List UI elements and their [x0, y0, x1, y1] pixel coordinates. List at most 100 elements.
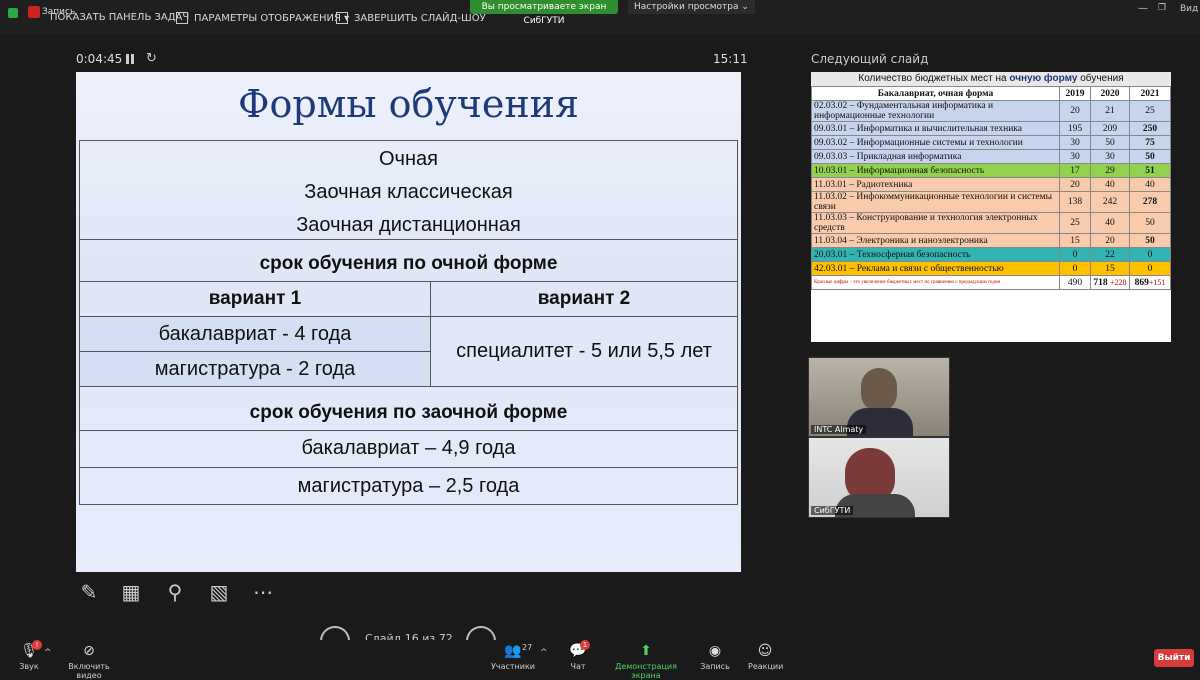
- year-header: 2020: [1090, 86, 1130, 101]
- security-shield-icon[interactable]: [8, 8, 18, 18]
- increase-2021: +151: [1148, 277, 1166, 287]
- participants-label: Участники: [490, 662, 536, 671]
- table-row: 11.03.03 – Конструирование и технология …: [811, 212, 1171, 234]
- audio-label: Звук: [19, 662, 39, 671]
- year-header: 2019: [1059, 86, 1091, 101]
- minimize-icon[interactable]: —: [1138, 3, 1148, 14]
- display-settings-label: ПАРАМЕТРЫ ОТОБРАЖЕНИЯ ▾: [194, 12, 350, 24]
- table-row: 20.03.01 – Техносферная безопасность 0 22 0: [811, 247, 1171, 262]
- table-row: 11.03.04 – Электроника и наноэлектроника…: [811, 233, 1171, 248]
- seats-value: 278: [1129, 191, 1171, 213]
- next-slide-preview: Количество бюджетных мест на очную форму…: [811, 72, 1171, 342]
- audio-options-chevron-icon[interactable]: ^: [44, 648, 52, 658]
- fulltime-header: срок обучения по очной форме: [79, 239, 738, 282]
- reactions-button[interactable]: ☺ Реакции: [748, 643, 783, 671]
- participant-name: СибГУТИ: [811, 506, 854, 515]
- clock: 15:11: [713, 52, 748, 66]
- seats-value: 50: [1129, 212, 1171, 234]
- next-slide-caption: Количество бюджетных мест на очную форму…: [811, 72, 1171, 86]
- program-name: 11.03.04 – Электроника и наноэлектроника: [811, 233, 1060, 248]
- video-button[interactable]: ⊘ Включить видео: [58, 643, 120, 680]
- parttime-header: срок обучения по заочной форме: [79, 386, 738, 431]
- slideshow-timer: 0:04:45: [76, 52, 123, 66]
- seats-value: 50: [1129, 233, 1171, 248]
- total-2021: 869: [1134, 277, 1149, 288]
- seats-value: 51: [1129, 163, 1171, 178]
- view-button[interactable]: Вид: [1180, 4, 1198, 14]
- table-row: 09.03.02 – Информационные системы и техн…: [811, 135, 1171, 150]
- seats-value: 209: [1090, 121, 1130, 136]
- chat-label: Чат: [570, 662, 586, 671]
- chat-button[interactable]: 💬 Чат 1: [566, 640, 590, 671]
- next-slide-label: Следующий слайд: [811, 52, 929, 66]
- leave-button[interactable]: Выйти: [1154, 649, 1194, 667]
- seats-value: 50: [1129, 149, 1171, 164]
- variant1-header: вариант 1: [79, 281, 431, 317]
- taskbar-label: ПОКАЗАТЬ ПАНЕЛЬ ЗАДАЧ: [50, 12, 190, 23]
- table-row: 02.03.02 – Фундаментальная информатика и…: [811, 100, 1171, 122]
- caption-bold: очную форму: [1009, 73, 1078, 84]
- share-screen-icon: ⬆: [640, 643, 652, 659]
- pause-icon[interactable]: [126, 54, 134, 64]
- audio-button[interactable]: 🎙 Звук!: [14, 640, 44, 671]
- end-show-icon: [336, 12, 348, 24]
- table-header-row: Бакалавриат, очная форма 2019 2020 2021: [811, 86, 1171, 101]
- record-label: Запись: [700, 662, 730, 671]
- totals-row: Красные цифры – это увеличение бюджетных…: [811, 275, 1171, 290]
- meeting-controls: [0, 640, 1200, 675]
- variant2-header: вариант 2: [430, 281, 738, 317]
- participants-chevron-icon[interactable]: ^: [540, 648, 548, 658]
- screen-off-icon[interactable]: ▧: [206, 580, 232, 606]
- form-item: Заочная дистанционная: [296, 214, 521, 236]
- caption-text: Количество бюджетных мест на: [858, 73, 1010, 84]
- end-slideshow-button[interactable]: ЗАВЕРШИТЬ СЛАЙД-ШОУ: [336, 12, 486, 24]
- form-item: Заочная классическая: [304, 181, 513, 203]
- reset-timer-icon[interactable]: ↻: [146, 51, 157, 66]
- program-name: 11.03.03 – Конструирование и технология …: [811, 212, 1060, 234]
- display-settings-button[interactable]: ПАРАМЕТРЫ ОТОБРАЖЕНИЯ ▾: [176, 12, 349, 24]
- seats-value: 30: [1059, 135, 1091, 150]
- slide-title: Формы обучения: [238, 82, 579, 126]
- seats-value: 40: [1129, 177, 1171, 192]
- audio-badge: !: [32, 640, 42, 650]
- seats-value: 0: [1059, 247, 1091, 262]
- view-settings-button[interactable]: Настройки просмотра ⌄: [628, 0, 755, 14]
- pen-icon[interactable]: ✎: [76, 580, 102, 606]
- seats-value: 195: [1059, 121, 1091, 136]
- total-2019: 490: [1059, 275, 1091, 290]
- participants-count: 27: [522, 643, 533, 652]
- grid-view-icon[interactable]: ▦: [118, 580, 144, 606]
- restore-icon[interactable]: ❐: [1158, 3, 1166, 13]
- seats-value: 20: [1059, 100, 1091, 122]
- program-name: 09.03.02 – Информационные системы и техн…: [811, 135, 1060, 150]
- participant-video[interactable]: INTC Almaty: [808, 357, 950, 437]
- program-name: 11.03.01 – Радиотехника: [811, 177, 1060, 192]
- screen-share-banner: Вы просматриваете экран СибГУТИ: [470, 0, 618, 26]
- seats-value: 15: [1090, 261, 1130, 276]
- participants-button[interactable]: 👥 Участники 27: [490, 643, 536, 671]
- display-icon: [176, 12, 188, 24]
- seats-value: 29: [1090, 163, 1130, 178]
- zoom-icon[interactable]: ⚲: [162, 580, 188, 606]
- footnote: Красные цифры – это увеличение бюджетных…: [811, 275, 1060, 290]
- show-taskbar-button[interactable]: ПОКАЗАТЬ ПАНЕЛЬ ЗАДАЧ: [50, 12, 189, 23]
- more-options-icon[interactable]: ⋯: [250, 580, 276, 606]
- record-button[interactable]: ◉ Запись: [700, 643, 730, 671]
- seats-value: 20: [1090, 233, 1130, 248]
- seats-value: 15: [1059, 233, 1091, 248]
- current-slide: Формы обучения Очная Заочная классическа…: [76, 72, 741, 572]
- parttime-master: магистратура – 2,5 года: [79, 467, 738, 505]
- forms-box: Очная Заочная классическая Заочная диста…: [79, 140, 738, 240]
- share-screen-button[interactable]: ⬆ Демонстрация экрана: [604, 643, 688, 680]
- parttime-bachelor: бакалавриат – 4,9 года: [79, 430, 738, 468]
- participant-video[interactable]: СибГУТИ: [808, 437, 950, 518]
- column-header: Бакалавриат, очная форма: [811, 86, 1060, 101]
- year-header: 2021: [1129, 86, 1171, 101]
- reactions-icon: ☺: [757, 643, 773, 659]
- record-icon: [28, 6, 40, 18]
- seats-value: 250: [1129, 121, 1171, 136]
- budget-table: Бакалавриат, очная форма 2019 2020 2021 …: [811, 86, 1171, 290]
- seats-value: 30: [1090, 149, 1130, 164]
- seats-value: 17: [1059, 163, 1091, 178]
- table-row: 11.03.01 – Радиотехника 20 40 40: [811, 177, 1171, 192]
